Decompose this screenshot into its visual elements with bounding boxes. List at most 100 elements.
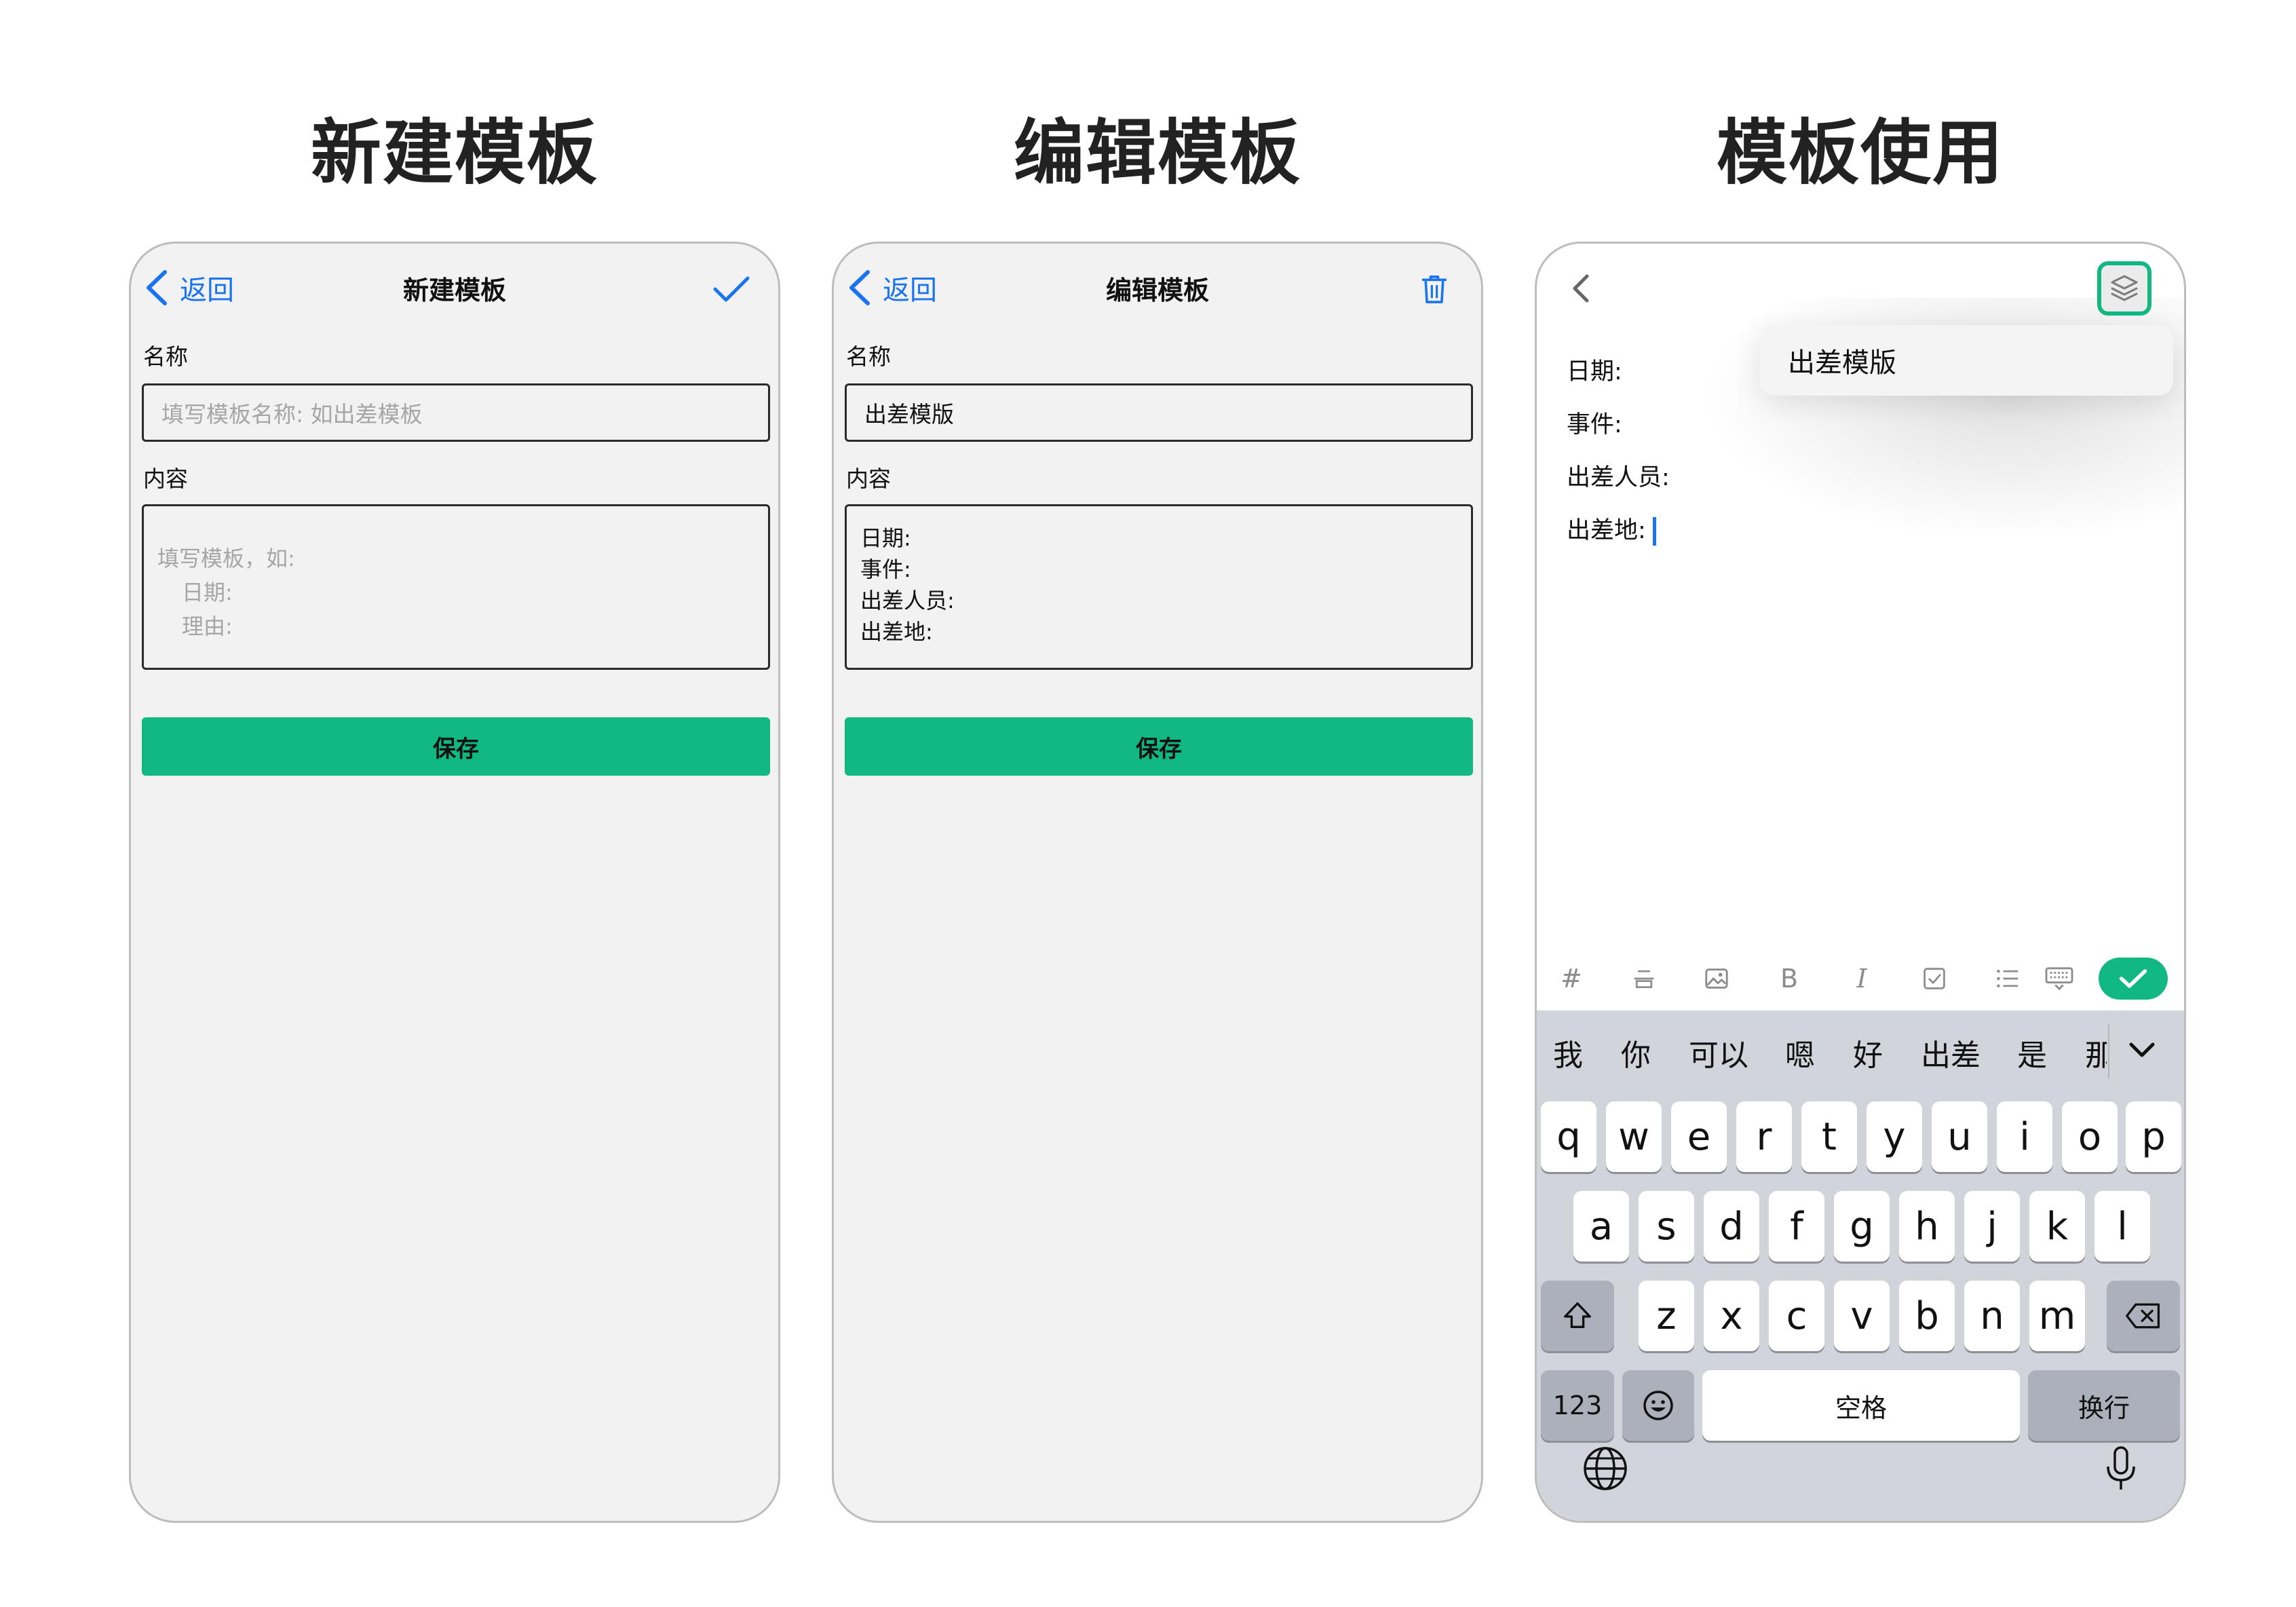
candidate-item[interactable]: 好 bbox=[1853, 1031, 1883, 1074]
placeholder-line: 填写模板，如: bbox=[157, 546, 295, 571]
page-title: 编辑模板 bbox=[1105, 276, 1209, 305]
key-t[interactable]: t bbox=[1801, 1101, 1857, 1172]
chevron-down-icon[interactable] bbox=[2122, 1034, 2162, 1067]
key-a[interactable]: a bbox=[1573, 1191, 1629, 1262]
layers-icon bbox=[2111, 275, 2138, 301]
content-line: 出差地: bbox=[860, 619, 933, 645]
key-h[interactable]: h bbox=[1899, 1191, 1955, 1262]
name-input[interactable]: 填写模板名称: 如出差模板 bbox=[142, 383, 770, 442]
content-label: 内容 bbox=[846, 466, 891, 492]
bold-icon[interactable]: B bbox=[1772, 962, 1806, 996]
placeholder-line: 理由: bbox=[182, 613, 233, 639]
key-y[interactable]: y bbox=[1867, 1101, 1922, 1172]
key-v[interactable]: v bbox=[1834, 1281, 1890, 1351]
key-l[interactable]: l bbox=[2094, 1191, 2150, 1262]
image-icon[interactable] bbox=[1700, 962, 1734, 996]
globe-icon[interactable] bbox=[1582, 1445, 1629, 1492]
strikethrough-icon[interactable] bbox=[1627, 962, 1661, 996]
key-c[interactable]: c bbox=[1769, 1281, 1824, 1351]
backspace-key[interactable] bbox=[2107, 1281, 2180, 1351]
template-menu-item[interactable]: 出差模版 bbox=[1759, 325, 2173, 396]
candidate-item[interactable]: 你 bbox=[1621, 1031, 1651, 1074]
keyboard: 我 你 可以 嗯 好 出差 是 那 q w e r t y u i o p a … bbox=[1537, 1010, 2184, 1521]
key-u[interactable]: u bbox=[1932, 1101, 1987, 1172]
content-line: 出差人员: bbox=[860, 588, 955, 613]
hash-icon[interactable]: # bbox=[1554, 962, 1588, 996]
page-title: 新建模板 bbox=[402, 276, 506, 305]
key-x[interactable]: x bbox=[1704, 1281, 1759, 1351]
candidate-item[interactable]: 我 bbox=[1553, 1031, 1583, 1074]
save-button[interactable]: 保存 bbox=[845, 717, 1473, 776]
list-icon[interactable] bbox=[1990, 962, 2024, 996]
checkbox-icon[interactable] bbox=[1917, 962, 1951, 996]
key-p[interactable]: p bbox=[2126, 1101, 2181, 1172]
text-cursor bbox=[1652, 517, 1656, 546]
content-textarea[interactable]: 日期: 事件: 出差人员: 出差地: bbox=[845, 504, 1473, 670]
checkmark-icon bbox=[713, 276, 750, 302]
key-q[interactable]: q bbox=[1541, 1101, 1596, 1172]
done-button[interactable] bbox=[2099, 958, 2168, 1000]
candidate-bar: 我 你 可以 嗯 好 出差 是 那 bbox=[1537, 1010, 2184, 1092]
key-i[interactable]: i bbox=[1997, 1101, 2052, 1172]
key-f[interactable]: f bbox=[1769, 1191, 1824, 1262]
note-line-active[interactable]: 出差地: bbox=[1567, 511, 1656, 546]
note-line: 出差人员: bbox=[1567, 464, 1670, 491]
content-line: 事件: bbox=[860, 556, 911, 582]
placeholder-line: 日期: bbox=[182, 580, 233, 605]
space-key[interactable]: 空格 bbox=[1702, 1370, 2020, 1441]
note-line: 日期: bbox=[1567, 358, 1622, 385]
name-label: 名称 bbox=[143, 343, 188, 370]
key-d[interactable]: d bbox=[1704, 1191, 1759, 1262]
candidate-item[interactable]: 嗯 bbox=[1785, 1031, 1815, 1074]
key-s[interactable]: s bbox=[1639, 1191, 1694, 1262]
key-n[interactable]: n bbox=[1964, 1281, 2020, 1351]
candidate-item[interactable]: 是 bbox=[2017, 1031, 2047, 1074]
content-label: 内容 bbox=[143, 466, 188, 492]
key-j[interactable]: j bbox=[1964, 1191, 2020, 1262]
new-template-screen: 返回 新建模板 名称 填写模板名称: 如出差模板 内容 填写模板，如: 日期: … bbox=[129, 242, 780, 1523]
format-toolbar: # B I bbox=[1537, 949, 2184, 1008]
italic-icon[interactable]: I bbox=[1845, 962, 1879, 996]
trash-icon bbox=[1421, 276, 1447, 303]
key-g[interactable]: g bbox=[1834, 1191, 1890, 1262]
key-z[interactable]: z bbox=[1639, 1281, 1694, 1351]
confirm-button[interactable] bbox=[709, 267, 754, 311]
emoji-icon bbox=[1643, 1391, 1673, 1420]
emoji-key[interactable] bbox=[1622, 1370, 1694, 1441]
candidate-item[interactable]: 出差 bbox=[1921, 1031, 1981, 1074]
shift-key[interactable] bbox=[1541, 1281, 1614, 1351]
key-r[interactable]: r bbox=[1736, 1101, 1792, 1172]
return-key[interactable]: 换行 bbox=[2028, 1370, 2180, 1441]
nav-bar: 返回 新建模板 bbox=[131, 244, 778, 332]
key-k[interactable]: k bbox=[2029, 1191, 2085, 1262]
heading-new-template: 新建模板 bbox=[310, 111, 598, 194]
note-line: 事件: bbox=[1567, 411, 1622, 438]
backspace-icon bbox=[2126, 1303, 2160, 1329]
content-line: 日期: bbox=[860, 525, 911, 551]
note-line-text: 出差地: bbox=[1567, 517, 1646, 544]
name-input[interactable]: 出差模版 bbox=[845, 383, 1473, 442]
save-button[interactable]: 保存 bbox=[142, 717, 770, 776]
key-m[interactable]: m bbox=[2029, 1281, 2085, 1351]
heading-edit-template: 编辑模板 bbox=[1013, 111, 1301, 194]
candidate-item[interactable]: 可以 bbox=[1689, 1031, 1748, 1074]
keyboard-icon[interactable] bbox=[2042, 962, 2076, 996]
template-button[interactable] bbox=[2097, 261, 2151, 316]
nav-bar: 返回 编辑模板 bbox=[834, 244, 1481, 332]
candidate-item[interactable]: 那 bbox=[2085, 1031, 2107, 1074]
key-e[interactable]: e bbox=[1671, 1101, 1727, 1172]
heading-use-template: 模板使用 bbox=[1716, 111, 2004, 194]
back-chevron-icon[interactable] bbox=[1567, 269, 1594, 307]
name-label: 名称 bbox=[846, 343, 891, 370]
numbers-key[interactable]: 123 bbox=[1541, 1370, 1614, 1441]
key-b[interactable]: b bbox=[1899, 1281, 1955, 1351]
content-textarea[interactable]: 填写模板，如: 日期: 理由: bbox=[142, 504, 770, 670]
shift-icon bbox=[1564, 1302, 1591, 1328]
key-o[interactable]: o bbox=[2062, 1101, 2118, 1172]
delete-button[interactable] bbox=[1412, 267, 1457, 311]
microphone-icon[interactable] bbox=[2097, 1445, 2145, 1492]
candidate-separator bbox=[2108, 1024, 2109, 1078]
check-icon bbox=[2119, 969, 2147, 988]
key-w[interactable]: w bbox=[1606, 1101, 1662, 1172]
use-template-screen: 出差模版 日期: 事件: 出差人员: 出差地: # B I 我 你 可以 嗯 好… bbox=[1535, 242, 2186, 1523]
